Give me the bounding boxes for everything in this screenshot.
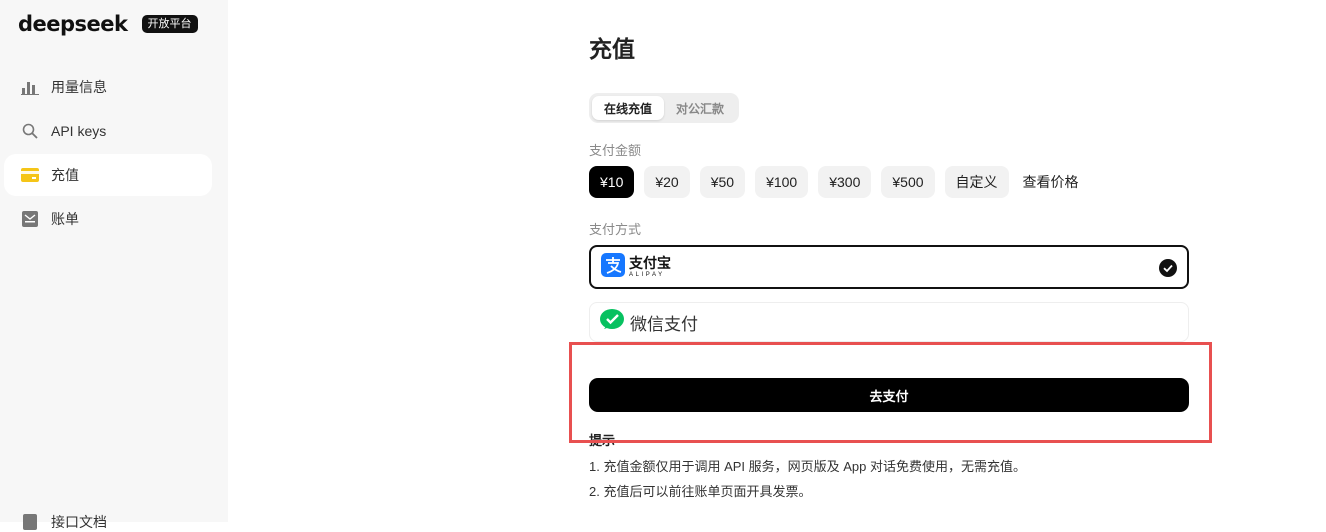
brand-logo[interactable]: deepseek 开放平台 xyxy=(18,12,198,36)
search-icon xyxy=(21,122,39,140)
tab-online-recharge[interactable]: 在线充值 xyxy=(592,96,665,120)
tip-item: 1. 充值金额仅用于调用 API 服务，网页版及 App 对话免费使用，无需充值… xyxy=(589,459,1026,474)
amount-options: ¥10 ¥20 ¥50 ¥100 ¥300 ¥500 自定义 查看价格 xyxy=(589,166,1079,198)
alipay-name: 支付宝 xyxy=(629,255,671,271)
tips-list: 1. 充值金额仅用于调用 API 服务，网页版及 App 对话免费使用，无需充值… xyxy=(589,454,1026,504)
amount-option-100[interactable]: ¥100 xyxy=(755,166,809,198)
sidebar-item-usage[interactable]: 用量信息 xyxy=(4,66,212,108)
alipay-icon xyxy=(601,252,625,282)
sidebar-item-label: 充值 xyxy=(51,167,79,183)
sidebar-item-label: 用量信息 xyxy=(51,79,107,95)
payment-option-wechat[interactable]: 微信支付 xyxy=(589,302,1189,342)
payment-option-alipay[interactable]: 支付宝 ALIPAY xyxy=(589,245,1189,289)
amount-label: 支付金额 xyxy=(589,143,642,158)
amount-option-10[interactable]: ¥10 xyxy=(589,166,635,198)
wallet-icon xyxy=(21,166,39,184)
platform-badge: 开放平台 xyxy=(141,15,198,33)
recharge-type-tabs: 在线充值 对公汇款 xyxy=(589,93,740,123)
sidebar-nav: 用量信息 API keys 充值 账单 xyxy=(4,66,212,242)
sidebar-item-docs[interactable]: 接口文档 xyxy=(21,512,107,532)
bill-icon xyxy=(21,210,39,228)
sidebar-item-label: 接口文档 xyxy=(51,514,107,530)
tip-item: 2. 充值后可以前往账单页面开具发票。 xyxy=(589,484,812,499)
sidebar-item-recharge[interactable]: 充值 xyxy=(4,154,212,196)
amount-option-custom[interactable]: 自定义 xyxy=(944,166,1009,198)
payment-method-label: 支付方式 xyxy=(589,222,642,237)
check-icon xyxy=(1159,259,1177,282)
sidebar-item-label: API keys xyxy=(51,123,107,139)
amount-option-500[interactable]: ¥500 xyxy=(881,166,935,198)
bar-chart-icon xyxy=(21,78,39,96)
highlight-box xyxy=(569,342,1212,443)
sidebar-item-label: 账单 xyxy=(51,211,79,227)
alipay-logo: 支付宝 ALIPAY xyxy=(601,252,671,282)
sidebar-item-bills[interactable]: 账单 xyxy=(4,198,212,240)
brand-name: deepseek xyxy=(18,12,128,36)
alipay-name-en: ALIPAY xyxy=(629,272,665,278)
doc-icon xyxy=(21,513,39,531)
sidebar: deepseek 开放平台 用量信息 API keys 充值 账单 接口文档 xyxy=(0,0,228,530)
page-title: 充值 xyxy=(589,36,635,62)
wechat-pay-label: 微信支付 xyxy=(630,314,698,334)
tab-bank-transfer[interactable]: 对公汇款 xyxy=(664,96,736,120)
view-pricing-link[interactable]: 查看价格 xyxy=(1023,172,1079,192)
amount-option-300[interactable]: ¥300 xyxy=(818,166,872,198)
sidebar-item-api-keys[interactable]: API keys xyxy=(4,110,212,152)
amount-option-50[interactable]: ¥50 xyxy=(699,166,746,198)
amount-option-20[interactable]: ¥20 xyxy=(644,166,690,198)
wechat-pay-icon xyxy=(600,308,624,336)
